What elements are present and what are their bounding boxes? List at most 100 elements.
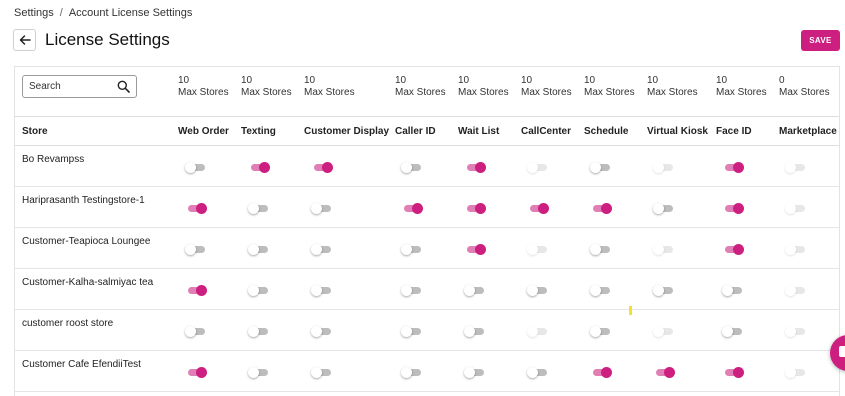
- toggle-thumb: [601, 203, 612, 214]
- toggle-thumb: [475, 162, 486, 173]
- toggle-caller_id[interactable]: [401, 367, 423, 378]
- toggle-marketplace: [785, 162, 807, 173]
- column-header-store: Store: [22, 126, 48, 137]
- toggle-caller_id[interactable]: [401, 203, 423, 214]
- toggle-face_id[interactable]: [722, 367, 744, 378]
- save-button[interactable]: SAVE: [801, 30, 840, 51]
- toggle-face_id[interactable]: [722, 326, 744, 337]
- toggle-wait_list[interactable]: [464, 244, 486, 255]
- toggle-customer_display[interactable]: [311, 326, 333, 337]
- toggle-schedule[interactable]: [590, 285, 612, 296]
- max-stores-count: 10: [395, 75, 407, 86]
- toggle-face_id[interactable]: [722, 162, 744, 173]
- toggle-wait_list[interactable]: [464, 285, 486, 296]
- toggle-callcenter[interactable]: [527, 285, 549, 296]
- toggle-customer_display[interactable]: [311, 244, 333, 255]
- toggle-schedule[interactable]: [590, 203, 612, 214]
- toggle-thumb: [464, 326, 475, 337]
- store-name: customer roost store: [22, 318, 114, 329]
- toggle-thumb: [590, 162, 601, 173]
- toggle-schedule[interactable]: [590, 244, 612, 255]
- max-stores-count: 10: [458, 75, 470, 86]
- toggle-thumb: [785, 326, 796, 337]
- column-header-customer_display: Customer Display: [304, 126, 390, 137]
- toggle-wait_list[interactable]: [464, 326, 486, 337]
- toggle-thumb: [785, 367, 796, 378]
- toggle-thumb: [722, 326, 733, 337]
- toggle-web_order[interactable]: [185, 203, 207, 214]
- toggle-web_order[interactable]: [185, 285, 207, 296]
- toggle-schedule[interactable]: [590, 326, 612, 337]
- toggle-callcenter: [527, 162, 549, 173]
- toggle-marketplace: [785, 367, 807, 378]
- toggle-thumb: [185, 326, 196, 337]
- toggle-thumb: [527, 162, 538, 173]
- toggle-texting[interactable]: [248, 244, 270, 255]
- toggle-virtual_kiosk[interactable]: [653, 285, 675, 296]
- toggle-web_order[interactable]: [185, 162, 207, 173]
- toggle-caller_id[interactable]: [401, 244, 423, 255]
- toggle-thumb: [475, 203, 486, 214]
- search-icon[interactable]: [117, 80, 130, 93]
- max-stores-label: Max Stores: [395, 87, 446, 98]
- toggle-thumb: [733, 367, 744, 378]
- toggle-texting[interactable]: [248, 367, 270, 378]
- toggle-thumb: [311, 326, 322, 337]
- toggle-customer_display[interactable]: [311, 162, 333, 173]
- toggle-texting[interactable]: [248, 162, 270, 173]
- column-header-virtual_kiosk: Virtual Kiosk: [647, 126, 708, 137]
- store-name: Bo Revampss: [22, 154, 85, 165]
- toggle-thumb: [248, 203, 259, 214]
- column-header-wait_list: Wait List: [458, 126, 500, 137]
- back-button[interactable]: [13, 29, 36, 51]
- toggle-thumb: [196, 285, 207, 296]
- toggle-texting[interactable]: [248, 326, 270, 337]
- toggle-callcenter[interactable]: [527, 367, 549, 378]
- toggle-face_id[interactable]: [722, 244, 744, 255]
- breadcrumb-settings-link[interactable]: Settings: [14, 7, 54, 19]
- toggle-thumb: [733, 162, 744, 173]
- toggle-customer_display[interactable]: [311, 285, 333, 296]
- cursor-marker: [629, 306, 632, 315]
- search-box[interactable]: [22, 75, 137, 98]
- max-stores-virtual_kiosk: 10 Max Stores: [647, 75, 698, 99]
- search-input[interactable]: [23, 76, 115, 97]
- toggle-face_id[interactable]: [722, 285, 744, 296]
- table-row: Customer-Teapioca Loungee: [15, 228, 839, 269]
- toggle-thumb: [464, 285, 475, 296]
- toggle-wait_list[interactable]: [464, 162, 486, 173]
- max-stores-label: Max Stores: [779, 87, 830, 98]
- toggle-virtual_kiosk[interactable]: [653, 203, 675, 214]
- toggle-callcenter[interactable]: [527, 203, 549, 214]
- toggle-face_id[interactable]: [722, 203, 744, 214]
- toggle-thumb: [196, 367, 207, 378]
- toggle-caller_id[interactable]: [401, 285, 423, 296]
- toggle-virtual_kiosk: [653, 326, 675, 337]
- toggle-schedule[interactable]: [590, 162, 612, 173]
- toggle-caller_id[interactable]: [401, 162, 423, 173]
- toggle-texting[interactable]: [248, 203, 270, 214]
- toggle-wait_list[interactable]: [464, 203, 486, 214]
- toggle-marketplace: [785, 285, 807, 296]
- toggle-thumb: [590, 326, 601, 337]
- toggle-marketplace: [785, 326, 807, 337]
- toggle-customer_display[interactable]: [311, 367, 333, 378]
- toggle-marketplace: [785, 203, 807, 214]
- max-stores-schedule: 10 Max Stores: [584, 75, 635, 99]
- toggle-thumb: [248, 326, 259, 337]
- toggle-schedule[interactable]: [590, 367, 612, 378]
- max-stores-customer_display: 10 Max Stores: [304, 75, 355, 99]
- toggle-customer_display[interactable]: [311, 203, 333, 214]
- toggle-thumb: [196, 203, 207, 214]
- max-stores-texting: 10 Max Stores: [241, 75, 292, 99]
- toggle-caller_id[interactable]: [401, 326, 423, 337]
- toggle-web_order[interactable]: [185, 244, 207, 255]
- toggle-virtual_kiosk[interactable]: [653, 367, 675, 378]
- toggle-web_order[interactable]: [185, 326, 207, 337]
- toggle-thumb: [401, 285, 412, 296]
- toggle-texting[interactable]: [248, 285, 270, 296]
- toggle-web_order[interactable]: [185, 367, 207, 378]
- max-stores-wait_list: 10 Max Stores: [458, 75, 509, 99]
- toggle-callcenter: [527, 326, 549, 337]
- toggle-wait_list[interactable]: [464, 367, 486, 378]
